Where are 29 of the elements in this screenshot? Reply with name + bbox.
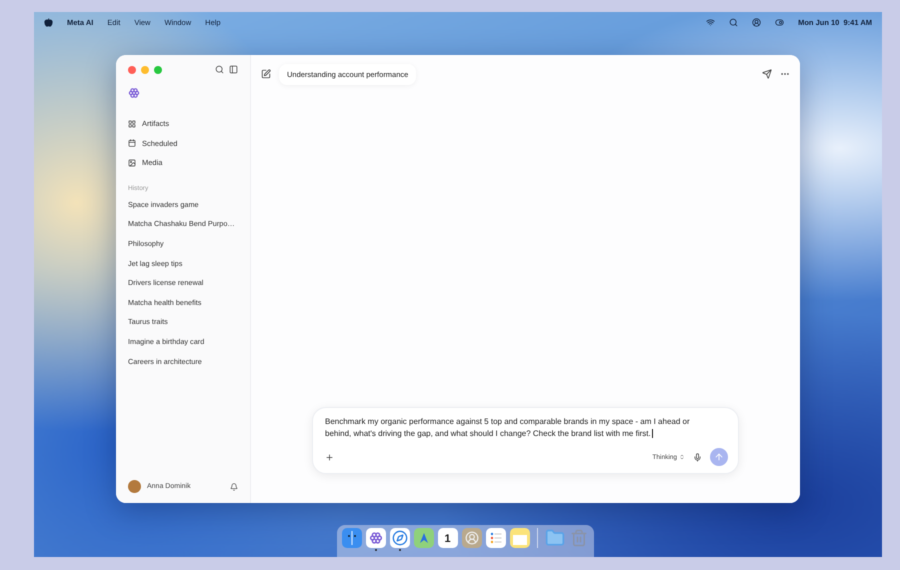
map-app-icon[interactable] [414, 528, 434, 548]
face-app-icon[interactable] [342, 528, 362, 548]
apple-icon[interactable] [44, 18, 53, 27]
new-chat-button[interactable] [261, 69, 271, 79]
flower-app-icon[interactable] [366, 528, 386, 548]
grid-icon [128, 120, 136, 128]
add-button[interactable] [325, 452, 334, 462]
list-app-icon[interactable] [486, 528, 506, 548]
prompt-text: Benchmark my organic performance against 5 top and comparable brands in my space - am I ahead or behind, what's driving the gap, and what should I change? Check the brand list with me first. [325, 416, 691, 440]
image-icon [128, 158, 136, 167]
share-button[interactable] [762, 69, 772, 79]
avatar[interactable] [128, 480, 141, 493]
calendar-app-icon[interactable]: 1 [438, 528, 458, 548]
microphone-button[interactable] [693, 452, 702, 462]
flower-logo-icon [368, 531, 382, 545]
calendar-icon [128, 139, 136, 148]
notepad-app-icon[interactable] [510, 528, 530, 548]
sidebar-toggle-button[interactable] [229, 65, 238, 74]
calendar-day: 1 [444, 534, 451, 545]
compass-app-icon[interactable] [390, 528, 410, 548]
notification-button[interactable] [230, 482, 238, 490]
search-button[interactable] [215, 65, 224, 74]
flower-logo-icon [128, 87, 140, 99]
arrow-up-icon [714, 452, 724, 462]
control-center-icon[interactable] [775, 18, 784, 27]
user-circle-icon[interactable] [752, 18, 762, 27]
close-button[interactable] [128, 66, 136, 74]
search-icon[interactable] [729, 18, 738, 27]
wifi-icon[interactable] [706, 18, 716, 27]
